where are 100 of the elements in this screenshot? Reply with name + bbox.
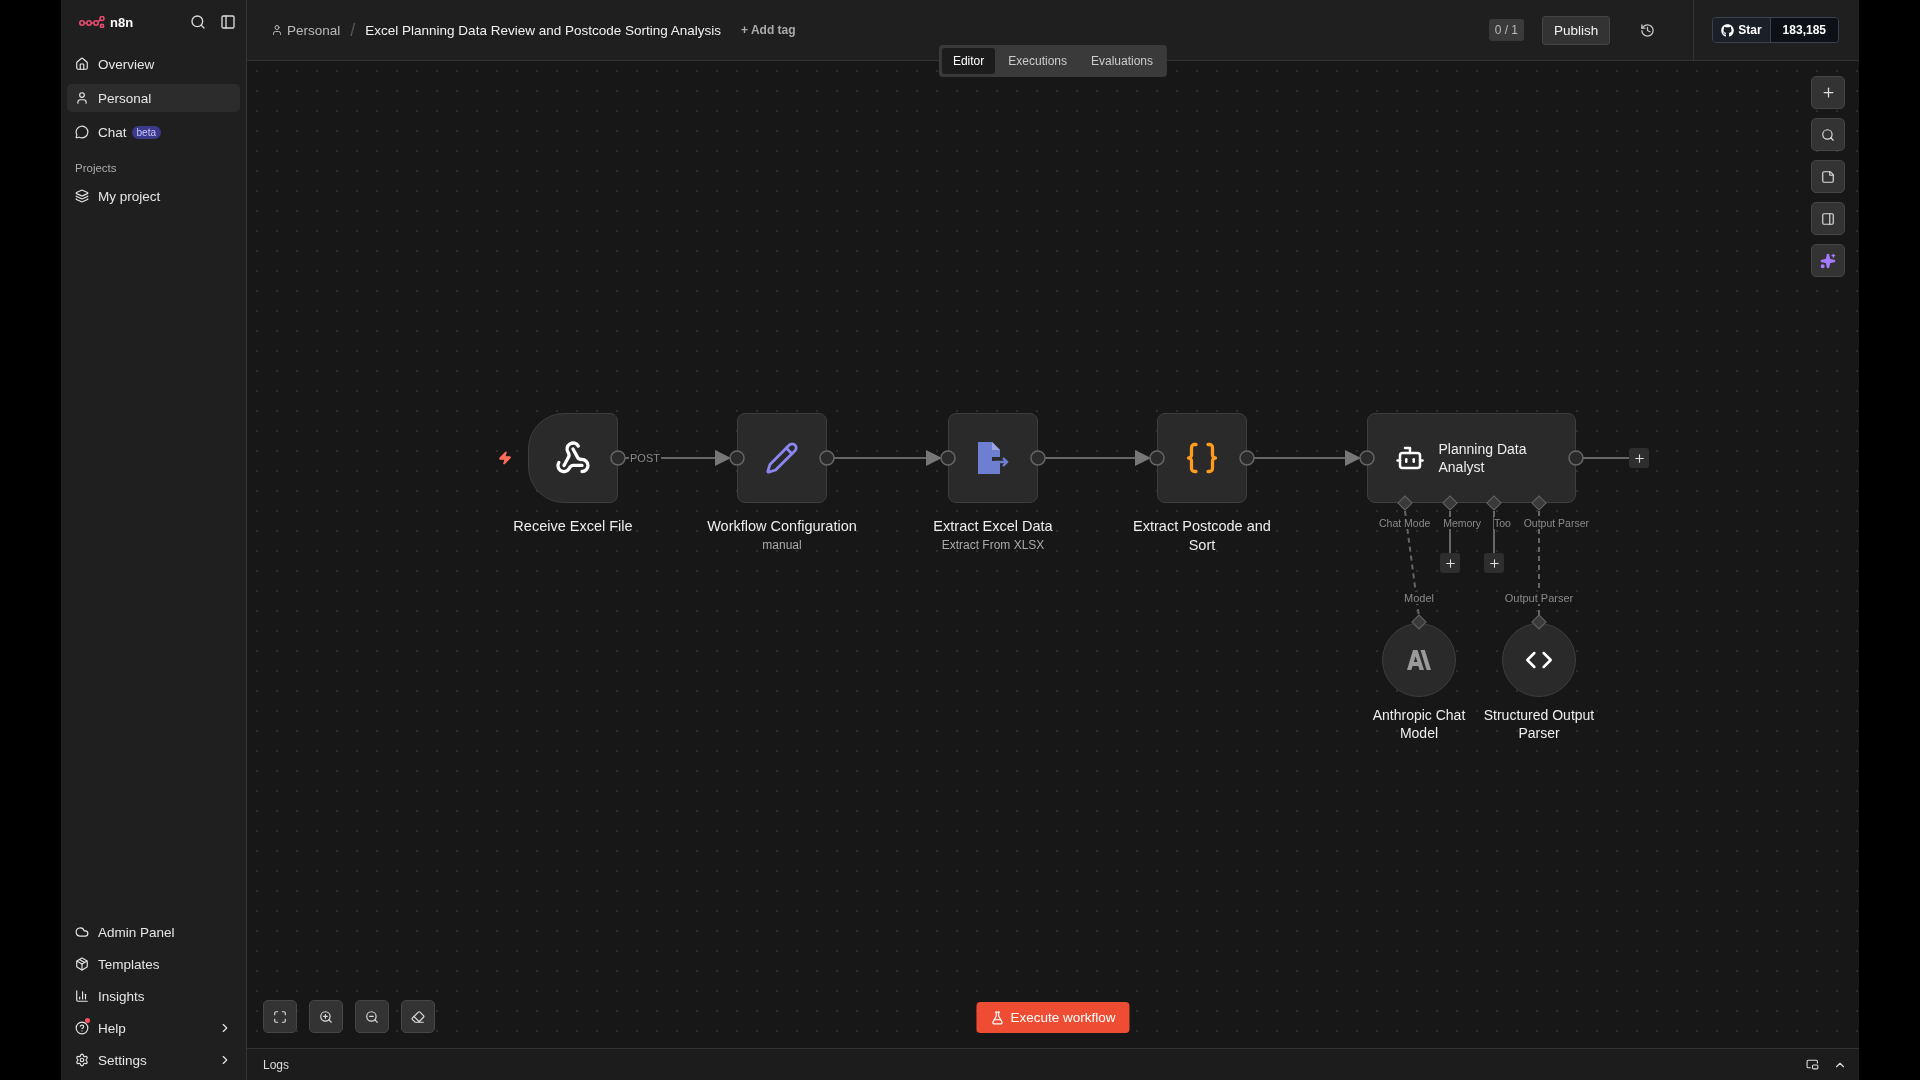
diamond-port[interactable] (1411, 614, 1427, 630)
search-button[interactable] (1811, 118, 1845, 151)
workflow-title[interactable]: Excel Planning Data Review and Postcode Sorting Analysis (365, 22, 721, 38)
sidebar-item[interactable]: Chat beta (67, 118, 240, 146)
node-title: Anthropic Chat Model (1371, 706, 1467, 743)
lightning-icon (498, 451, 512, 465)
node-title: Workflow Configuration (707, 517, 857, 536)
port-label: Output Parser (1523, 517, 1589, 529)
node-title: Receive Excel File (513, 517, 633, 536)
port-label: Chat Mode (1379, 517, 1431, 529)
tab[interactable]: Evaluations (1080, 48, 1165, 74)
plus-icon (1443, 556, 1457, 570)
workflow-node[interactable] (737, 413, 827, 503)
beta-badge: beta (131, 125, 161, 139)
execute-workflow-button[interactable]: Execute workflow (976, 1002, 1130, 1033)
tab[interactable]: Executions (997, 48, 1078, 74)
output-port[interactable] (1568, 450, 1584, 466)
port-label: Memory (1443, 517, 1482, 529)
add-node-button[interactable] (1484, 553, 1504, 573)
workflow-node[interactable] (528, 413, 618, 503)
add-node-button[interactable] (1629, 448, 1649, 468)
user-icon (271, 24, 283, 36)
plus-icon (1487, 556, 1501, 570)
home-icon (75, 57, 89, 71)
plus-icon (1632, 451, 1646, 465)
fit-view-button[interactable] (263, 1000, 297, 1033)
diamond-port[interactable] (1442, 495, 1458, 511)
sidebar-item[interactable]: Admin Panel (67, 918, 240, 946)
section-heading: Projects (74, 161, 118, 176)
sidebar-item[interactable]: Insights (67, 982, 240, 1010)
sticky-note-icon (1821, 169, 1835, 184)
diamond-port[interactable] (1531, 495, 1547, 511)
add-button[interactable] (1811, 76, 1845, 109)
add-tag-link[interactable]: + Add tag (741, 23, 796, 37)
workflow-node[interactable] (948, 413, 1038, 503)
port-label: Output Parser (1503, 592, 1575, 604)
history-button[interactable] (1640, 22, 1656, 38)
ai-assistant-button[interactable] (1811, 244, 1845, 277)
flask-icon (990, 1010, 1005, 1025)
settings-icon (75, 1053, 89, 1067)
fit-view-icon (273, 1009, 287, 1024)
output-port[interactable] (1239, 450, 1255, 466)
box-icon (75, 957, 89, 971)
sidebar-item[interactable]: Templates (67, 950, 240, 978)
cloud-icon (75, 925, 89, 939)
chat-icon (75, 125, 89, 139)
diamond-port[interactable] (1397, 495, 1413, 511)
project-item[interactable]: My project (67, 182, 240, 210)
pop-out-icon[interactable] (1806, 1058, 1819, 1071)
node-subtitle: manual (762, 537, 802, 552)
zoom-in-button[interactable] (309, 1000, 343, 1033)
tab[interactable]: Editor (941, 48, 996, 74)
diamond-port[interactable] (1486, 495, 1502, 511)
sidebar-item[interactable]: Help (67, 1014, 240, 1042)
output-port[interactable] (1030, 450, 1046, 466)
search-icon (1821, 127, 1835, 142)
sticky-note-button[interactable] (1811, 160, 1845, 193)
version-counter: 0 / 1 (1488, 19, 1524, 41)
workflow-node[interactable] (1157, 413, 1247, 503)
user-icon (75, 91, 89, 105)
sparkles-icon (1820, 252, 1836, 269)
sidebar-item[interactable]: Overview (67, 50, 240, 78)
sidebar-toggle-icon[interactable] (220, 14, 236, 30)
input-port[interactable] (729, 450, 745, 466)
zoom-out-icon (365, 1009, 379, 1024)
input-port[interactable] (940, 450, 956, 466)
zoom-out-button[interactable] (355, 1000, 389, 1033)
logs-label[interactable]: Logs (263, 1057, 1792, 1072)
breadcrumb-separator: / (350, 19, 356, 41)
node-title: Extract Postcode and Sort (1132, 517, 1272, 555)
node-subtitle: Extract From XLSX (941, 537, 1045, 552)
add-node-button[interactable] (1440, 553, 1460, 573)
search-icon[interactable] (190, 14, 206, 30)
input-port[interactable] (1149, 450, 1165, 466)
connector-line (1493, 510, 1495, 554)
help-icon (75, 1021, 89, 1035)
pencil-icon (765, 441, 799, 475)
tidy-up-button[interactable] (401, 1000, 435, 1033)
panel-button[interactable] (1811, 202, 1845, 235)
layers-icon (75, 189, 89, 203)
breadcrumb-link[interactable]: Personal (271, 22, 341, 38)
sidebar-item[interactable]: Settings (67, 1046, 240, 1074)
plus-icon (1820, 85, 1836, 100)
connector-line (1582, 457, 1630, 459)
zoom-in-icon (319, 1009, 333, 1024)
history-icon (1640, 22, 1656, 38)
input-port[interactable] (1359, 450, 1375, 466)
agent-node[interactable]: Planning Data Analyst (1367, 413, 1576, 503)
diamond-port[interactable] (1531, 614, 1547, 630)
github-icon (1721, 23, 1735, 37)
node-title: Extract Excel Data (933, 517, 1053, 536)
panel-icon (1821, 211, 1835, 226)
bar-chart-icon (75, 989, 89, 1003)
n8n-logo[interactable]: n8n (79, 14, 184, 30)
output-port[interactable] (610, 450, 626, 466)
sidebar-item[interactable]: Personal (67, 84, 240, 112)
edge-label: POST (629, 452, 661, 464)
publish-button[interactable]: Publish (1542, 15, 1611, 45)
github-star-button[interactable]: Star 183,185 (1712, 17, 1839, 43)
output-port[interactable] (819, 450, 835, 466)
